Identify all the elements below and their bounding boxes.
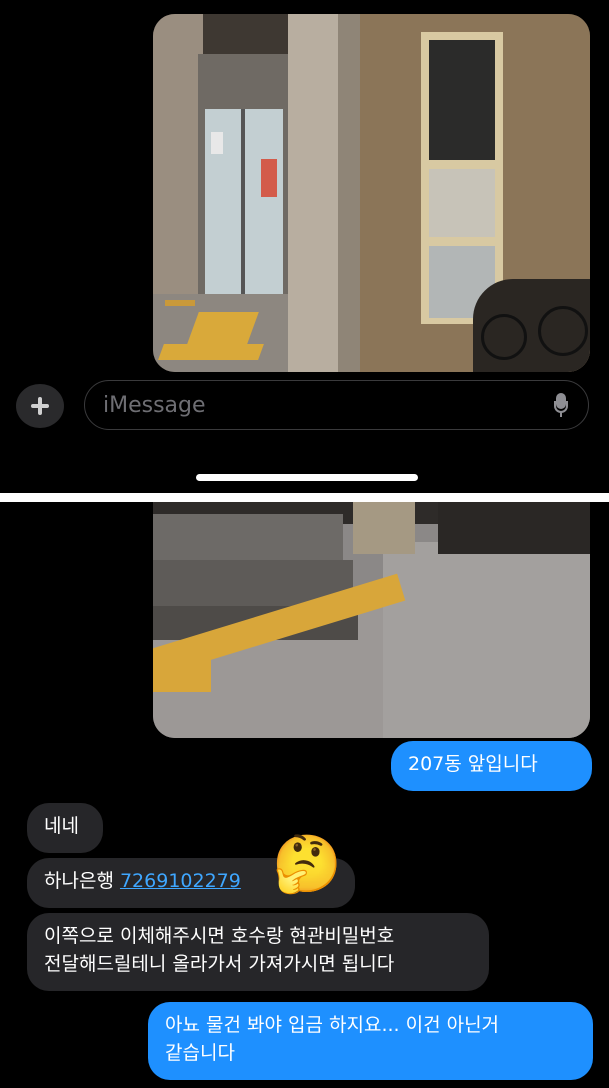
message-text: 아뇨 물건 봐야 입금 하지요... 이건 아닌거 같습니다 xyxy=(165,1014,500,1064)
message-composer[interactable] xyxy=(84,380,589,430)
message-text: 207동 앞입니다 xyxy=(408,753,538,775)
photo-attachment-steps[interactable] xyxy=(153,502,590,738)
thinking-face-emoji: 🤔 xyxy=(272,832,342,897)
message-text: 이쪽으로 이체해주시면 호수랑 현관비밀번호 전달해드릴테니 올라가서 가져가시… xyxy=(44,925,395,975)
home-indicator[interactable] xyxy=(196,474,418,481)
received-message-bubble[interactable]: 이쪽으로 이체해주시면 호수랑 현관비밀번호 전달해드릴테니 올라가서 가져가시… xyxy=(27,913,489,991)
plus-icon xyxy=(31,397,49,415)
add-attachment-button[interactable] xyxy=(16,384,64,428)
sent-message-bubble[interactable]: 아뇨 물건 봐야 입금 하지요... 이건 아닌거 같습니다 xyxy=(148,1002,593,1080)
message-input[interactable] xyxy=(101,391,525,419)
account-number-link[interactable]: 7269102279 xyxy=(120,870,241,892)
microphone-icon[interactable] xyxy=(554,393,568,419)
photo-attachment-entrance[interactable] xyxy=(153,14,590,372)
conversation-screenshot-bottom: 207동 앞입니다 네네 하나은행 7269102279 🤔 이쪽으로 이체해주… xyxy=(0,502,609,1088)
bank-name: 하나은행 xyxy=(44,870,114,892)
received-message-bubble[interactable]: 네네 xyxy=(27,803,103,853)
message-text: 네네 xyxy=(44,815,79,837)
sent-message-bubble[interactable]: 207동 앞입니다 xyxy=(391,741,592,791)
conversation-screenshot-top xyxy=(0,0,609,493)
